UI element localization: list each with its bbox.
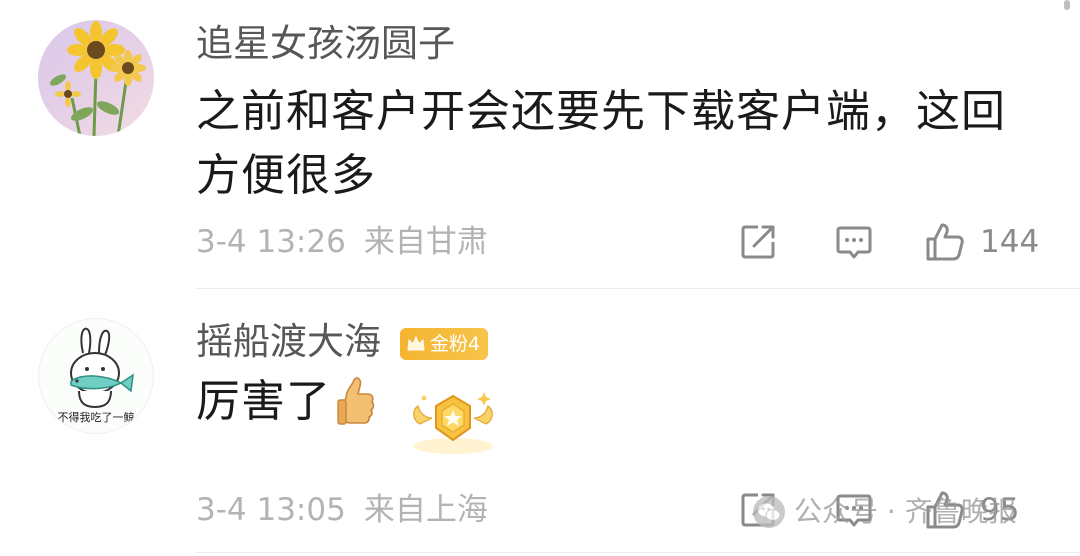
comment-icon [836,226,872,259]
username[interactable]: 摇船渡大海 [196,320,381,364]
divider [196,288,1080,289]
username[interactable]: 追星女孩汤圆子 [196,22,455,66]
comment-location: 来自上海 [363,492,488,528]
sunflower-avatar-icon [38,20,154,136]
comment-text: 之前和客户开会还要先下载客户端，这回方便很多 [196,86,1006,201]
divider [196,552,1080,553]
like-count: 144 [980,224,1040,260]
crown-icon [407,335,425,351]
comment-meta: 3-4 13:05 来自上海 [196,490,488,530]
comment-meta: 3-4 13:26 来自甘肃 [196,222,488,262]
share-icon [741,225,775,259]
fan-badge[interactable]: 金粉4 [400,328,489,360]
comment-time: 3-4 13:26 [196,224,346,260]
avatar[interactable] [38,20,154,136]
thumbs-up-emoji-icon [337,377,375,425]
watermark-text: 公众号 · 齐鲁晚报 [794,495,1017,528]
comment-list: 追星女孩汤圆子 之前和客户开会还要先下载客户端，这回方便很多 3-4 13:26… [0,0,1080,556]
watermark: 公众号 · 齐鲁晚报 [752,490,1017,534]
comment-actions: 144 [738,218,1058,266]
badge-label: 金粉4 [430,333,481,355]
gold-badge-sticker-icon [413,392,493,454]
comment-item: 追星女孩汤圆子 之前和客户开会还要先下载客户端，这回方便很多 3-4 13:26… [0,0,1080,290]
rabbit-fish-avatar-icon: 不得我吃了一鲸 [39,319,153,433]
comment-text: 厉害了 [196,376,331,427]
comment-time: 3-4 13:05 [196,492,346,528]
wechat-logo-icon [753,496,785,528]
thumbs-up-icon [926,223,964,261]
reply-button[interactable] [834,218,878,266]
avatar-caption: 不得我吃了一鲸 [58,410,135,424]
share-button[interactable] [738,218,782,266]
comment-location: 来自甘肃 [363,224,488,260]
like-button[interactable]: 144 [924,218,1064,266]
avatar[interactable]: 不得我吃了一鲸 [38,318,154,434]
